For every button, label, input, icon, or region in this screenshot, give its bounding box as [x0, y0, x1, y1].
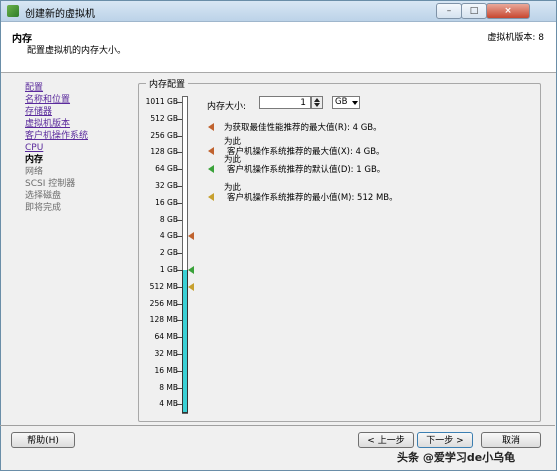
legend-marker-icon	[208, 193, 214, 201]
legend-entry: 为获取最佳性能推荐的最大值(R): 4 GB。	[224, 123, 382, 133]
legend-marker-icon	[208, 123, 214, 131]
memory-unit-value: GB	[335, 97, 348, 107]
maximize-button[interactable]: □	[461, 3, 487, 19]
scale-label: 256 GB	[150, 130, 178, 140]
scale-label: 128 MB	[149, 315, 178, 325]
title-bar: 创建新的虚拟机 – □ ×	[1, 1, 556, 22]
legend-line-2: 为获取最佳性能推荐的最大值(R): 4 GB。	[224, 123, 382, 133]
scale-label: 2 GB	[159, 248, 178, 258]
cancel-button[interactable]: 取消	[481, 432, 541, 448]
nav-step-10: 即将完成	[25, 203, 62, 213]
nav-step-5[interactable]: CPU	[25, 142, 135, 154]
nav-step-2[interactable]: 存储器	[25, 106, 135, 118]
scale-label: 64 GB	[155, 164, 178, 174]
recommendation-marker-icon	[188, 266, 194, 274]
scale-label: 16 MB	[154, 365, 178, 375]
spin-up-icon[interactable]	[314, 98, 320, 102]
legend-line-2: 客户机操作系统推荐的默认值(D): 1 GB。	[227, 165, 386, 175]
page-subtitle: 配置虚拟机的内存大小。	[27, 46, 127, 56]
scale-label: 4 MB	[159, 399, 178, 409]
memory-config-title: 内存配置	[146, 77, 189, 90]
close-button[interactable]: ×	[486, 3, 530, 19]
nav-step-1[interactable]: 名称和位置	[25, 94, 135, 106]
help-button[interactable]: 帮助(H)	[11, 432, 75, 448]
memory-size-input[interactable]: 1	[259, 96, 311, 109]
legend-entry: 为此 客户机操作系统推荐的默认值(D): 1 GB。	[224, 155, 385, 175]
scale-label: 16 GB	[155, 197, 178, 207]
nav-step-0[interactable]: 配置	[25, 82, 135, 94]
step-header: 内存 配置虚拟机的内存大小。 虚拟机版本: 8	[1, 22, 556, 73]
legend-line-1: 为此	[224, 183, 242, 193]
legend-line-2: 客户机操作系统推荐的最小值(M): 512 MB。	[227, 193, 398, 203]
legend-marker-icon	[208, 147, 214, 155]
scale-label: 256 MB	[149, 298, 178, 308]
minimize-button[interactable]: –	[436, 3, 462, 19]
scale-label: 32 MB	[154, 349, 178, 358]
back-button[interactable]: < 上一步	[358, 432, 414, 448]
window-title: 创建新的虚拟机	[25, 9, 95, 20]
vsphere-app-icon	[7, 5, 19, 17]
scale-label: 128 GB	[150, 147, 178, 157]
memory-config-group	[138, 83, 541, 422]
next-button[interactable]: 下一步 >	[417, 432, 473, 448]
memory-size-label: 内存大小:	[207, 102, 247, 112]
nav-step-6: 内存	[25, 155, 44, 165]
watermark-text: 头条 @爱学习de小乌龟	[397, 451, 516, 464]
legend-line-1: 为此	[224, 155, 242, 165]
scale-label: 64 MB	[154, 332, 178, 342]
spin-down-icon[interactable]	[314, 103, 320, 107]
chevron-down-icon	[352, 101, 358, 105]
memory-unit-select[interactable]: GB	[332, 96, 360, 109]
memory-slider-fill	[182, 270, 188, 413]
nav-step-8: SCSI 控制器	[25, 179, 76, 189]
scale-label: 32 GB	[155, 181, 178, 190]
nav-step-4[interactable]: 客户机操作系统	[25, 130, 135, 142]
scale-label: 512 MB	[149, 281, 178, 291]
wizard-steps-nav: 配置 名称和位置 存储器 虚拟机版本 客户机操作系统 CPU 内存网络 SCSI 控制器 选择磁…	[25, 82, 135, 214]
legend-marker-icon	[208, 165, 214, 173]
vm-version-label: 虚拟机版本: 8	[487, 33, 544, 43]
scale-label: 8 GB	[159, 214, 178, 224]
recommendation-marker-icon	[188, 282, 194, 291]
nav-step-9: 选择磁盘	[25, 191, 62, 201]
scale-label: 8 MB	[159, 382, 178, 392]
recommendation-marker-icon	[188, 232, 194, 241]
scale-label: 1011 GB	[145, 97, 178, 106]
footer-divider	[0, 425, 555, 426]
legend-line-1: 为此	[224, 137, 242, 147]
legend-entry: 为此 客户机操作系统推荐的最小值(M): 512 MB。	[224, 183, 398, 203]
nav-step-7: 网络	[25, 167, 44, 177]
scale-label: 1 GB	[159, 265, 178, 274]
nav-step-3[interactable]: 虚拟机版本	[25, 118, 135, 130]
memory-size-spinner[interactable]	[311, 96, 323, 109]
legend-entry: 为此 客户机操作系统推荐的最大值(X): 4 GB。	[224, 137, 385, 157]
scale-label: 512 GB	[150, 113, 178, 123]
scale-label: 4 GB	[159, 231, 178, 241]
